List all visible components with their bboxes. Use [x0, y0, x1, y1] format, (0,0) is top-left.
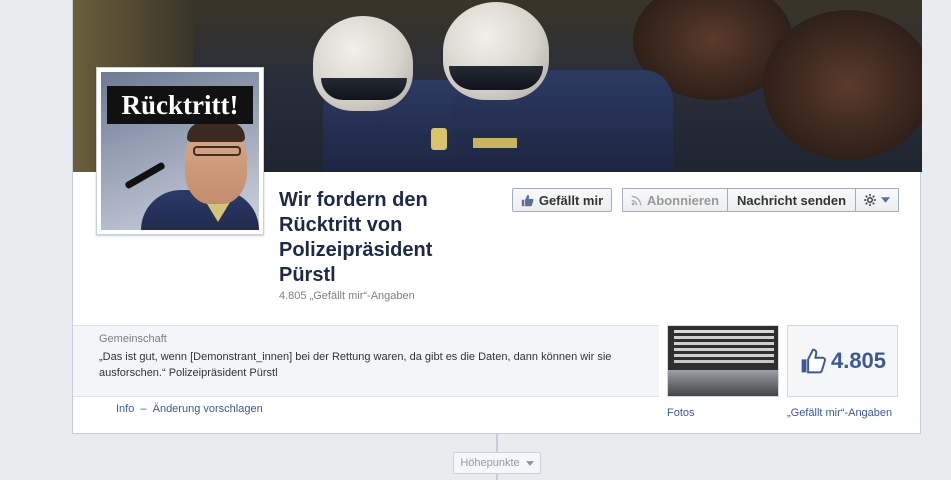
- profile-label: Rücktritt!: [107, 86, 253, 124]
- likes-app-label[interactable]: „Gefällt mir“-Angaben: [787, 407, 892, 419]
- cover-visor-left: [321, 78, 407, 100]
- page-header-card: Rücktritt! Wir fordern den Rücktritt von…: [72, 0, 922, 434]
- chevron-down-icon: [525, 460, 534, 466]
- page-category: Gemeinschaft: [99, 333, 167, 345]
- gear-icon: [864, 194, 876, 206]
- likes-summary: 4.805 „Gefällt mir“-Angaben: [279, 290, 415, 302]
- info-link[interactable]: Info: [116, 403, 134, 415]
- profile-pen: [124, 161, 166, 190]
- page-title: Wir fordern den Rücktritt von Polizeiprä…: [279, 189, 433, 286]
- thumbs-up-icon: [801, 348, 826, 374]
- profile-picture: Rücktritt!: [101, 72, 259, 230]
- like-button-label: Gefällt mir: [538, 192, 604, 208]
- subscribe-button-label: Abonnieren: [646, 192, 720, 208]
- profile-glasses: [193, 146, 241, 156]
- cover-name-tag: [473, 138, 517, 148]
- timeline-connector-bottom: [496, 474, 498, 480]
- send-message-button[interactable]: Nachricht senden: [728, 188, 856, 212]
- highlights-label: Höhepunkte: [460, 457, 520, 469]
- likes-app-box[interactable]: 4.805: [787, 325, 898, 397]
- info-separator: –: [140, 403, 147, 415]
- send-message-label: Nachricht senden: [736, 192, 847, 208]
- profile-hair: [187, 122, 245, 142]
- photos-app-thumbnail[interactable]: Rücktritt!: [667, 325, 779, 397]
- photos-app-label[interactable]: Fotos: [667, 407, 695, 419]
- subscribe-button[interactable]: Abonnieren: [622, 188, 728, 212]
- page-description: „Das ist gut, wenn [Demonstrant_innen] b…: [99, 351, 612, 379]
- likes-app-count: 4.805: [830, 348, 887, 373]
- chevron-down-icon: [881, 197, 890, 203]
- profile-picture-frame[interactable]: Rücktritt!: [96, 67, 264, 235]
- page-action-group: Abonnieren Nachricht senden: [622, 188, 899, 212]
- info-links: Info – Änderung vorschlagen: [116, 403, 266, 415]
- timeline-connector: [496, 434, 498, 452]
- settings-dropdown-button[interactable]: [856, 188, 899, 212]
- about-section: Gemeinschaft „Das ist gut, wenn [Demonst…: [73, 325, 659, 397]
- suggest-edit-link[interactable]: Änderung vorschlagen: [153, 403, 263, 415]
- cover-visor-right: [449, 66, 543, 90]
- like-button[interactable]: Gefällt mir: [512, 188, 612, 212]
- thumb-text-lines: [674, 330, 774, 333]
- thumb-crowd: [668, 370, 778, 396]
- rss-icon: [631, 195, 642, 205]
- cover-badge: [431, 128, 447, 150]
- cover-crowd-right: [763, 10, 922, 160]
- thumbs-up-icon: [521, 194, 534, 206]
- highlights-dropdown[interactable]: Höhepunkte: [453, 452, 541, 474]
